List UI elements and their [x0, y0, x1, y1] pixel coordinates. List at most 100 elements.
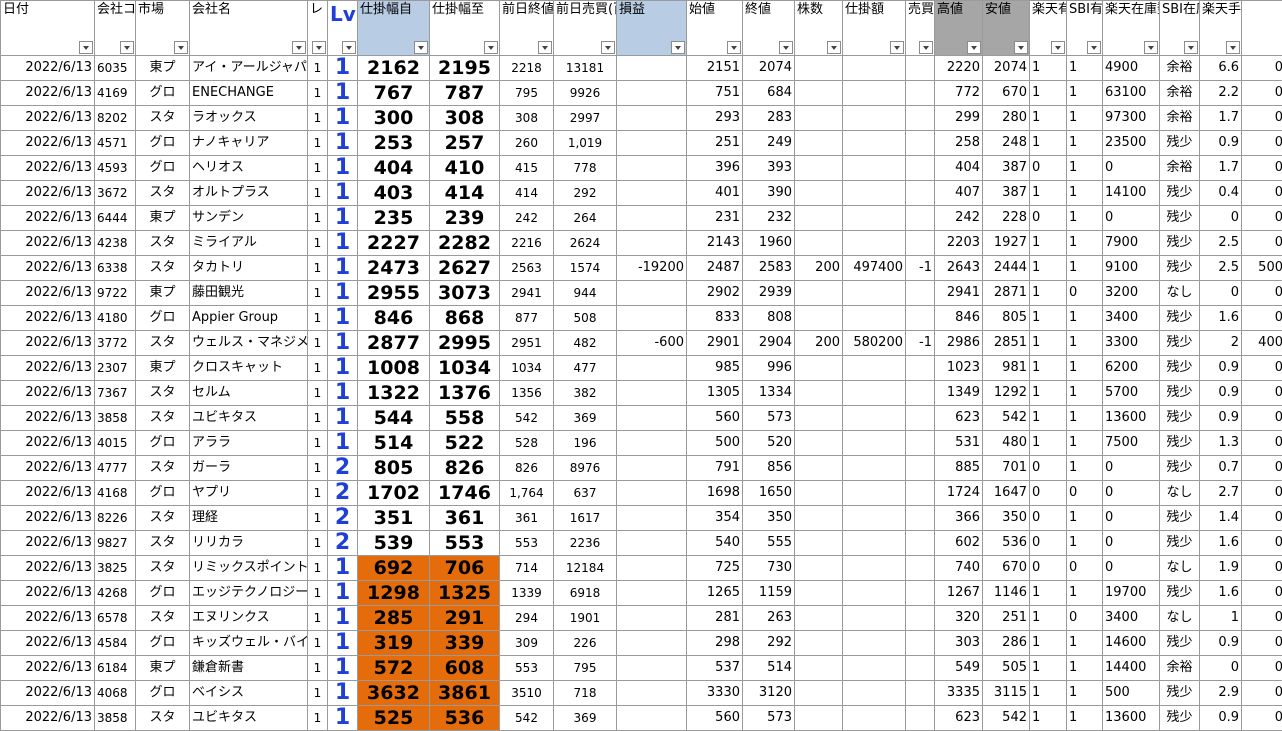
date-cell[interactable]: 2022/6/13	[1, 406, 95, 431]
re-cell[interactable]: 1	[308, 331, 328, 356]
range-from-cell[interactable]: 3632	[358, 681, 430, 706]
range-from-cell[interactable]: 1008	[358, 356, 430, 381]
date-cell[interactable]: 2022/6/13	[1, 456, 95, 481]
name-cell[interactable]: ガーラ	[190, 456, 308, 481]
date-cell[interactable]: 2022/6/13	[1, 106, 95, 131]
prev-close-cell[interactable]: 2216	[500, 231, 554, 256]
lv-cell[interactable]: 1	[328, 56, 358, 81]
range-to-cell[interactable]: 826	[430, 456, 500, 481]
fee-cell[interactable]: 0.7	[1200, 456, 1242, 481]
open-cell[interactable]: 231	[687, 206, 743, 231]
market-cell[interactable]: グロ	[136, 81, 190, 106]
sbi-stock-cell[interactable]: なし	[1160, 481, 1200, 506]
filter-dropdown-button[interactable]	[342, 41, 356, 54]
open-cell[interactable]: 2487	[687, 256, 743, 281]
rakuten-flag-cell[interactable]: 0	[1030, 481, 1067, 506]
lv-cell[interactable]: 1	[328, 406, 358, 431]
rakuten-stock-cell[interactable]: 0	[1103, 556, 1160, 581]
range-to-cell[interactable]: 706	[430, 556, 500, 581]
open-cell[interactable]: 396	[687, 156, 743, 181]
sbi-stock-cell[interactable]: 余裕	[1160, 656, 1200, 681]
last-cell[interactable]: 0	[1242, 156, 1282, 181]
rakuten-stock-cell[interactable]: 3300	[1103, 331, 1160, 356]
filter-dropdown-button[interactable]	[827, 41, 841, 54]
last-cell[interactable]: 0	[1242, 531, 1282, 556]
range-from-cell[interactable]: 514	[358, 431, 430, 456]
rakuten-stock-cell[interactable]: 0	[1103, 206, 1160, 231]
name-cell[interactable]: 理経	[190, 506, 308, 531]
amount-cell[interactable]	[843, 156, 906, 181]
range-to-cell[interactable]: 1376	[430, 381, 500, 406]
range-to-cell[interactable]: 2282	[430, 231, 500, 256]
prev-close-cell[interactable]: 795	[500, 81, 554, 106]
sbi-flag-cell[interactable]: 0	[1067, 481, 1103, 506]
lv-cell[interactable]: 1	[328, 706, 358, 731]
high-cell[interactable]: 623	[935, 406, 983, 431]
prev-volume-cell[interactable]: 718	[554, 681, 617, 706]
shares-cell[interactable]	[795, 356, 843, 381]
prev-close-cell[interactable]: 308	[500, 106, 554, 131]
shares-cell[interactable]	[795, 506, 843, 531]
rakuten-stock-cell[interactable]: 0	[1103, 481, 1160, 506]
rakuten-flag-cell[interactable]: 1	[1030, 131, 1067, 156]
range-from-cell[interactable]: 403	[358, 181, 430, 206]
rakuten-flag-cell[interactable]: 1	[1030, 581, 1067, 606]
code-cell[interactable]: 2307	[95, 356, 136, 381]
name-cell[interactable]: タカトリ	[190, 256, 308, 281]
re-cell[interactable]: 1	[308, 706, 328, 731]
range-to-cell[interactable]: 2995	[430, 331, 500, 356]
re-cell[interactable]: 1	[308, 356, 328, 381]
low-cell[interactable]: 2851	[983, 331, 1030, 356]
range-to-cell[interactable]: 257	[430, 131, 500, 156]
date-cell[interactable]: 2022/6/13	[1, 556, 95, 581]
shares-cell[interactable]	[795, 81, 843, 106]
prev-volume-cell[interactable]: 196	[554, 431, 617, 456]
range-from-cell[interactable]: 572	[358, 656, 430, 681]
low-cell[interactable]: 228	[983, 206, 1030, 231]
sbi-flag-cell[interactable]: 1	[1067, 631, 1103, 656]
pnl-cell[interactable]	[617, 481, 687, 506]
range-to-cell[interactable]: 3861	[430, 681, 500, 706]
rakuten-stock-cell[interactable]: 9100	[1103, 256, 1160, 281]
low-cell[interactable]: 387	[983, 181, 1030, 206]
date-cell[interactable]: 2022/6/13	[1, 706, 95, 731]
name-cell[interactable]: Appier Group	[190, 306, 308, 331]
range-from-cell[interactable]: 539	[358, 531, 430, 556]
sbi-flag-cell[interactable]: 1	[1067, 131, 1103, 156]
prev-volume-cell[interactable]: 637	[554, 481, 617, 506]
close-cell[interactable]: 1650	[743, 481, 795, 506]
code-cell[interactable]: 8202	[95, 106, 136, 131]
shares-cell[interactable]	[795, 456, 843, 481]
lv-cell[interactable]: 2	[328, 531, 358, 556]
prev-close-cell[interactable]: 553	[500, 656, 554, 681]
filter-dropdown-button[interactable]	[1014, 41, 1028, 54]
re-cell[interactable]: 1	[308, 431, 328, 456]
sbi-stock-cell[interactable]: 残少	[1160, 256, 1200, 281]
sbi-stock-cell[interactable]: 残少	[1160, 306, 1200, 331]
filter-dropdown-button[interactable]	[292, 41, 306, 54]
rakuten-stock-cell[interactable]: 14600	[1103, 631, 1160, 656]
pnl-cell[interactable]	[617, 106, 687, 131]
close-cell[interactable]: 390	[743, 181, 795, 206]
re-cell[interactable]: 1	[308, 106, 328, 131]
rakuten-stock-cell[interactable]: 13600	[1103, 406, 1160, 431]
prev-close-cell[interactable]: 294	[500, 606, 554, 631]
shares-cell[interactable]	[795, 381, 843, 406]
rakuten-stock-cell[interactable]: 3400	[1103, 606, 1160, 631]
rakuten-flag-cell[interactable]: 1	[1030, 106, 1067, 131]
fee-cell[interactable]: 1.6	[1200, 531, 1242, 556]
name-cell[interactable]: ナノキャリア	[190, 131, 308, 156]
lv-cell[interactable]: 1	[328, 681, 358, 706]
market-cell[interactable]: スタ	[136, 331, 190, 356]
amount-cell[interactable]	[843, 456, 906, 481]
pnl-cell[interactable]: -600	[617, 331, 687, 356]
open-cell[interactable]: 2902	[687, 281, 743, 306]
date-cell[interactable]: 2022/6/13	[1, 356, 95, 381]
fee-cell[interactable]: 0.9	[1200, 131, 1242, 156]
sbi-flag-cell[interactable]: 1	[1067, 581, 1103, 606]
amount-cell[interactable]	[843, 381, 906, 406]
fee-cell[interactable]: 0.9	[1200, 706, 1242, 731]
market-cell[interactable]: スタ	[136, 506, 190, 531]
low-cell[interactable]: 505	[983, 656, 1030, 681]
code-cell[interactable]: 3825	[95, 556, 136, 581]
